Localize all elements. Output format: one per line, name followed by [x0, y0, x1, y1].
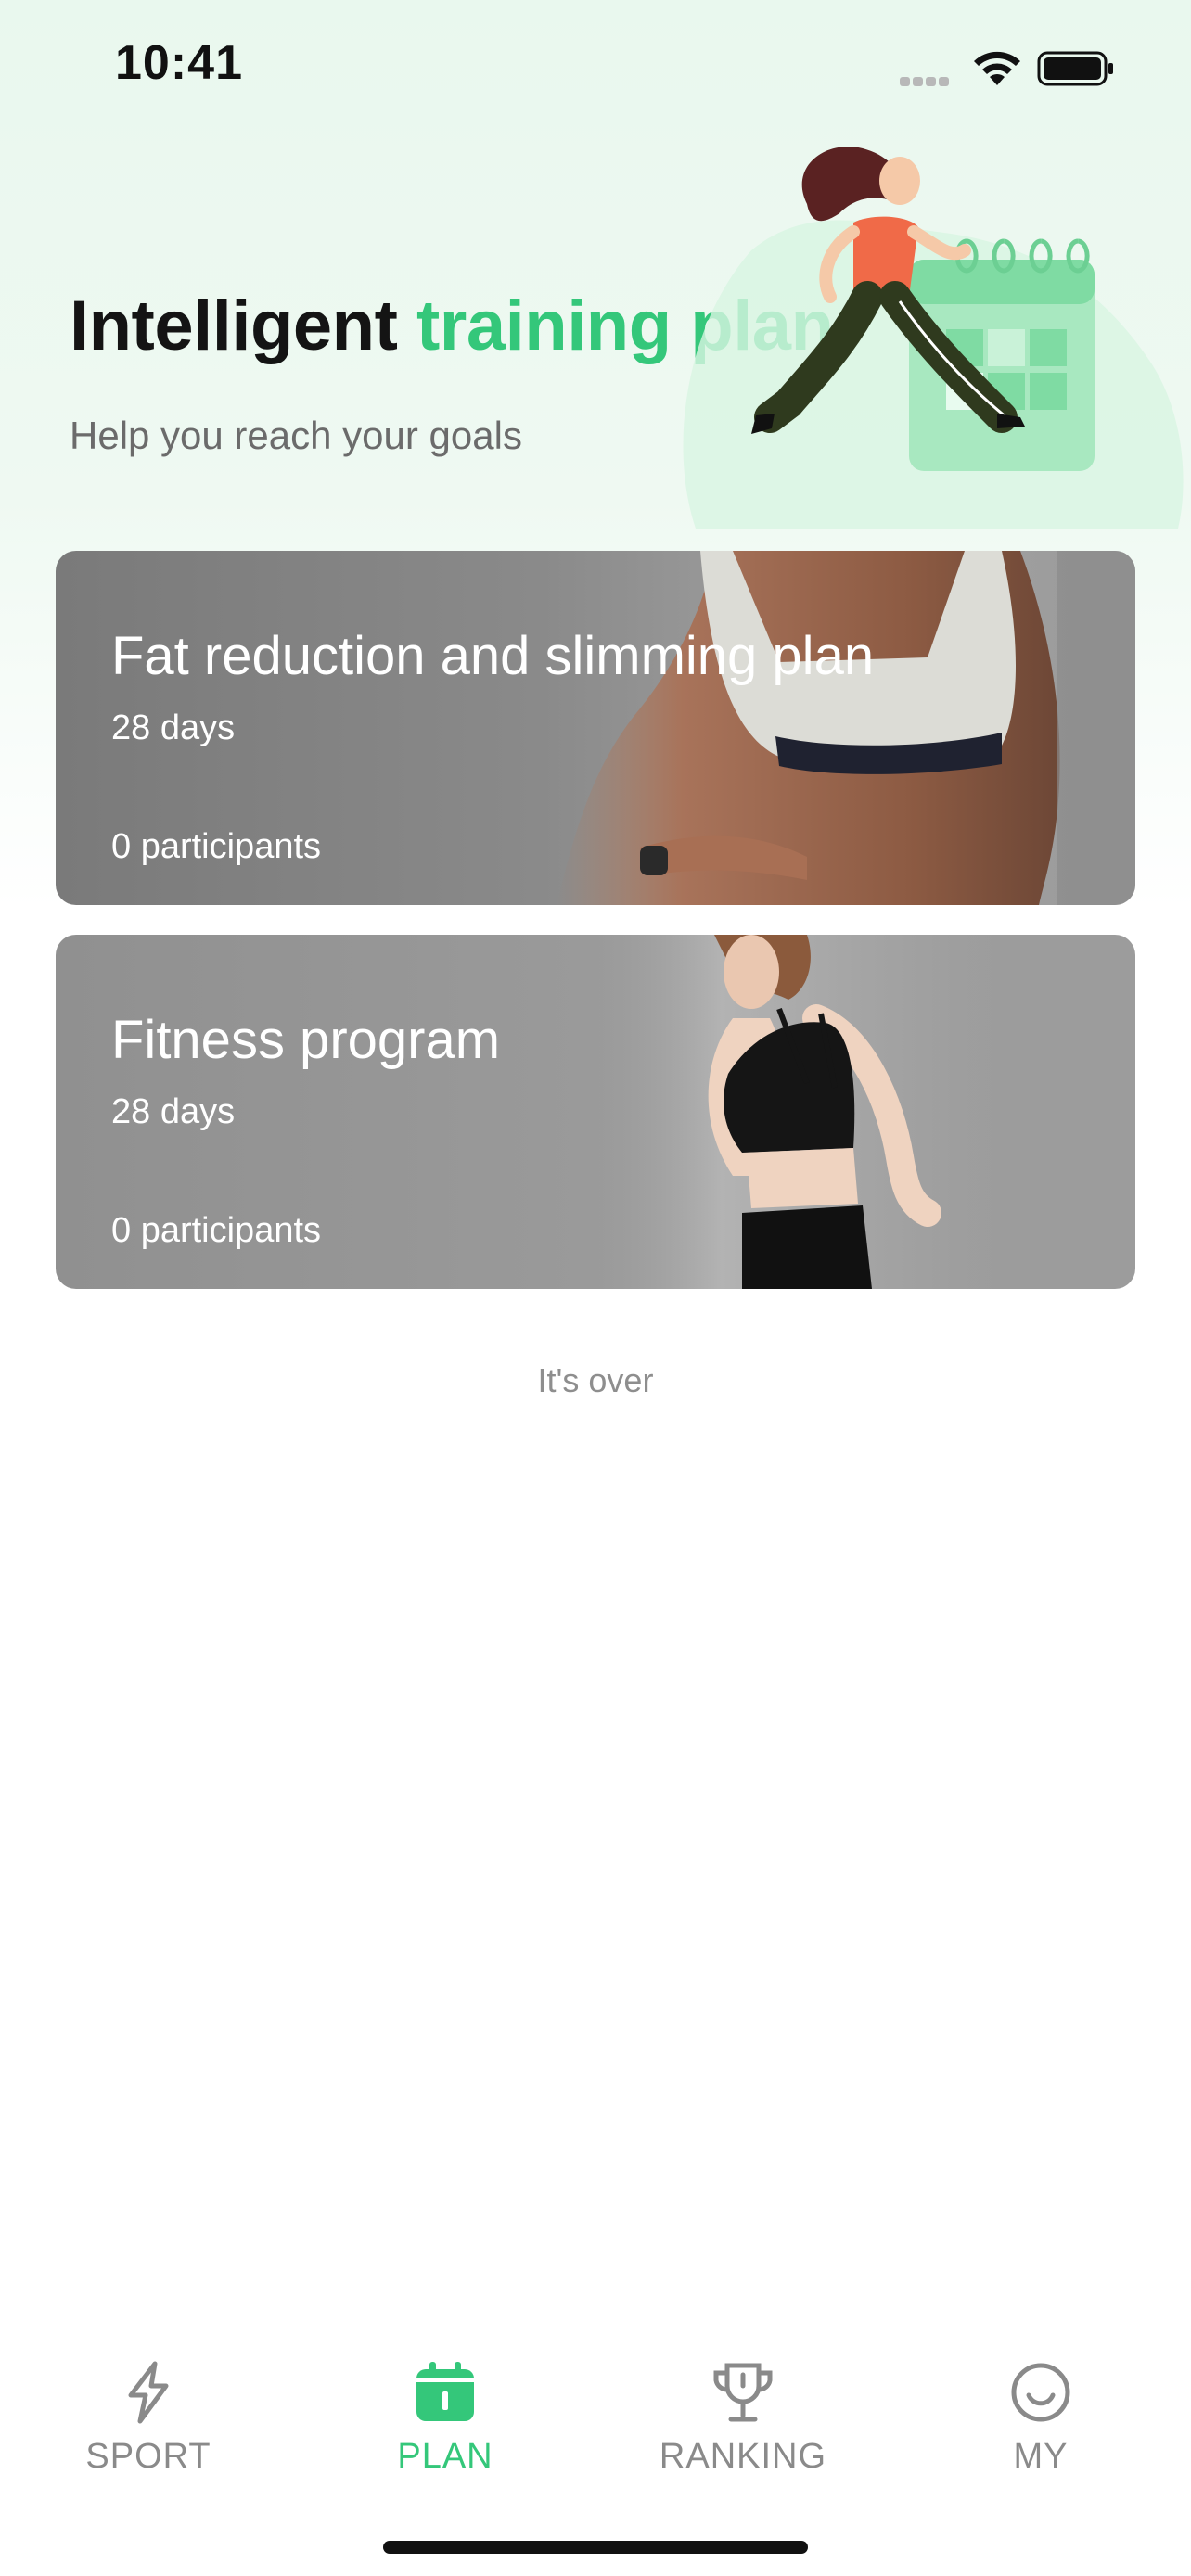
tab-label: MY — [1013, 2437, 1069, 2476]
tab-ranking[interactable]: RANKING — [650, 2337, 836, 2485]
battery-icon — [1037, 51, 1113, 86]
plan-photo-woman-black-top — [594, 935, 1020, 1289]
tab-my[interactable]: MY — [948, 2337, 1133, 2485]
plan-duration: 28 days — [111, 1092, 236, 1131]
plan-duration: 28 days — [111, 708, 236, 747]
plan-title: Fat reduction and slimming plan — [111, 626, 875, 686]
lightning-icon — [128, 2361, 169, 2424]
status-time: 10:41 — [115, 36, 243, 90]
list-end-indicator: It's over — [537, 1361, 654, 1399]
tab-label: SPORT — [85, 2437, 211, 2476]
bottom-tab-bar: SPORT PLAN RANKING MY — [0, 2337, 1191, 2485]
tab-label: PLAN — [397, 2437, 493, 2476]
trophy-icon — [713, 2363, 773, 2422]
home-indicator[interactable] — [383, 2541, 808, 2554]
running-woman-calendar-illustration — [683, 147, 1184, 529]
tab-label: RANKING — [659, 2437, 827, 2476]
plan-photo-woman-sports-bra — [557, 551, 1135, 905]
tab-plan[interactable]: PLAN — [352, 2337, 538, 2485]
cellular-signal-icon — [900, 74, 957, 86]
plan-card[interactable]: Fat reduction and slimming plan 28 days … — [56, 551, 1135, 905]
page-title-plain: Intelligent — [70, 287, 416, 365]
calendar-icon — [416, 2362, 474, 2421]
plan-card[interactable]: Fitness program 28 days 0 participants — [56, 935, 1135, 1289]
page-subtitle: Help you reach your goals — [70, 414, 522, 457]
plan-participants: 0 participants — [111, 827, 322, 866]
tab-sport[interactable]: SPORT — [56, 2337, 241, 2485]
plan-title: Fitness program — [111, 1010, 501, 1070]
plan-participants: 0 participants — [111, 1211, 322, 1250]
wifi-icon — [974, 51, 1020, 85]
status-bar: 10:41 — [0, 0, 1191, 130]
smiley-icon — [1011, 2363, 1070, 2422]
